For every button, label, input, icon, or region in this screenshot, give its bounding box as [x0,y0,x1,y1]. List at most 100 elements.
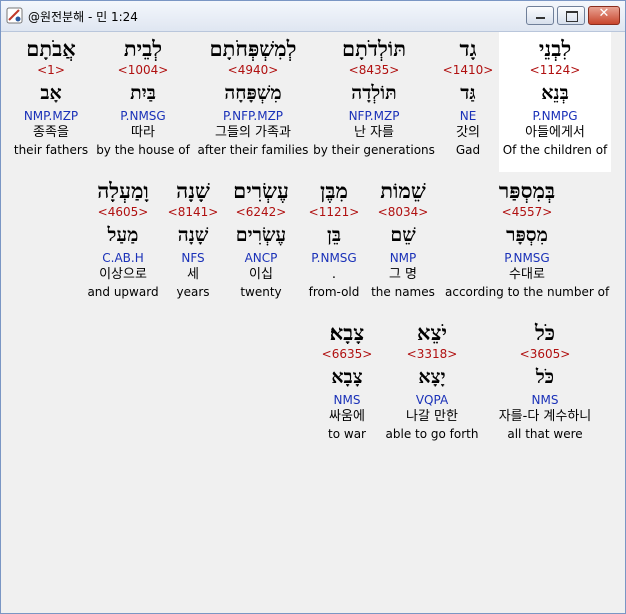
word-card[interactable]: יֹצֵא <3318> יָצָא VQPA 나갈 만한 able to go… [385,320,479,442]
word-card[interactable]: לִבְנֵי <1124> בְּנֵא P.NMPG 아들에게서 Of th… [499,36,611,158]
korean-gloss: 이상으로 [99,267,147,282]
app-window: @원전분해 - 민 1:24 ✕ לִבְנֵי <1124> בְּנֵא P… [0,0,626,614]
lemma-word: בְּנֵא [541,82,569,104]
app-icon [6,7,23,24]
korean-gloss: 그 명 [388,267,418,282]
lemma-word: מִסְפָּר [506,224,548,246]
strong-number[interactable]: <8034> [367,204,439,220]
english-gloss: after their families [197,143,309,157]
strong-number[interactable]: <1124> [499,62,611,78]
hebrew-word: עֶשְׂרִים [233,178,289,203]
lemma-word: צָבָא [331,366,363,388]
grammar-code: P.NMPG [532,109,578,123]
hebrew-word: גָד [459,36,477,61]
korean-gloss: 세 [187,267,199,282]
strong-number[interactable]: <1410> [433,62,503,78]
word-card[interactable]: שָׁנָה <8141> שָׁנָה NFS 세 years [165,178,221,300]
korean-gloss: 따라 [131,125,155,140]
strong-number[interactable]: <1004> [95,62,191,78]
strong-number[interactable]: <4557> [445,204,609,220]
korean-gloss: 자를-다 계수하니 [498,409,592,424]
hebrew-word: לְבֵית [123,36,163,61]
maximize-button[interactable] [557,6,585,25]
grammar-code: P.NMSG [311,251,357,265]
minimize-button[interactable] [526,6,554,25]
strong-number[interactable]: <6635> [311,346,383,362]
strong-number[interactable]: <1> [11,62,91,78]
lemma-word: כֹּל [535,366,555,388]
lemma-word: תּוֹלְדָה [351,82,397,104]
english-gloss: and upward [87,285,159,299]
korean-gloss: . [331,267,337,282]
lemma-word: מִשְׁפָּחָה [224,82,282,104]
hebrew-word: צָבָא׃ [329,320,365,345]
word-card[interactable]: גָד <1410> גַּד NE 갓의 Gad [433,36,503,158]
word-card[interactable]: וָמַעְלָה <4605> מַעַל C.AB.H 이상으로 and u… [85,178,161,300]
close-button[interactable]: ✕ [588,6,620,25]
korean-gloss: 종족을 [33,125,69,140]
korean-gloss: 아들에게서 [525,125,585,140]
strong-number[interactable]: <3318> [385,346,479,362]
hebrew-word: בְּמִסְפַּר [498,178,556,203]
lemma-word: שֵׁם [390,224,416,246]
lemma-word: יָצָא [418,366,446,388]
english-gloss: Gad [455,143,481,157]
strong-number[interactable]: <8435> [313,62,435,78]
grammar-code: C.AB.H [102,251,144,265]
title-bar[interactable]: @원전분해 - 민 1:24 ✕ [1,1,625,32]
close-icon: ✕ [598,6,610,21]
english-gloss: according to the number of [445,285,610,299]
lemma-word: אָב [40,82,62,104]
grammar-code: NFP.MZP [348,109,400,123]
lemma-word: עֶשְׂרִים [235,224,287,246]
strong-number[interactable]: <6242> [225,204,297,220]
korean-gloss: 난 자를 [353,125,394,140]
word-card[interactable]: שֵׁמוֹת <8034> שֵׁם NMP 그 명 the names [367,178,439,300]
grammar-code: NE [459,109,477,123]
word-card[interactable]: עֶשְׂרִים <6242> עֶשְׂרִים ANCP 이십 twent… [225,178,297,300]
korean-gloss: 싸움에 [329,409,365,424]
parsing-panel: לִבְנֵי <1124> בְּנֵא P.NMPG 아들에게서 Of th… [1,32,625,613]
word-card[interactable]: תּוֹלְדֹתָם <8435> תּוֹלְדָה NFP.MZP 난 자… [313,36,435,158]
english-gloss: their fathers [13,143,89,157]
hebrew-word: כֹּל [534,320,556,345]
english-gloss: able to go forth [385,427,479,441]
word-card[interactable]: לְבֵית <1004> בַּיִת P.NMSG 따라 by the ho… [95,36,191,158]
strong-number[interactable]: <8141> [165,204,221,220]
hebrew-word: וָמַעְלָה [97,178,149,203]
korean-gloss: 나갈 만한 [406,409,458,424]
word-card[interactable]: לְמִשְׁפְּחֹתָם <4940> מִשְׁפָּחָה P.NFP… [197,36,309,158]
grammar-code: P.NMSG [504,251,550,265]
word-card[interactable]: בְּמִסְפַּר <4557> מִסְפָּר P.NMSG 수대로 a… [445,178,609,300]
grammar-code: VQPA [415,393,449,407]
word-card[interactable]: צָבָא׃ <6635> צָבָא NMS 싸움에 to war [311,320,383,442]
grammar-code: NMS [531,393,559,407]
strong-number[interactable]: <4605> [85,204,161,220]
english-gloss: by their generations [313,143,435,157]
english-gloss: to war [328,427,366,441]
grammar-code: NFS [181,251,205,265]
strong-number[interactable]: <1121> [301,204,367,220]
grammar-code: NMP [389,251,417,265]
strong-number[interactable]: <4940> [197,62,309,78]
lemma-word: גַּד [460,82,476,104]
hebrew-word: לִבְנֵי [538,36,572,61]
korean-gloss: 수대로 [509,267,545,282]
maximize-icon [566,11,578,22]
hebrew-word: מִבֶּן [320,178,348,203]
english-gloss: twenty [240,285,282,299]
word-card[interactable]: אֲבֹתָם <1> אָב NMP.MZP 종족을 their father… [11,36,91,158]
lemma-word: שָׁנָה [177,224,209,246]
korean-gloss: 그들의 가족과 [215,125,291,140]
grammar-code: NMP.MZP [23,109,79,123]
english-gloss: years [176,285,210,299]
hebrew-word: תּוֹלְדֹתָם [341,36,406,61]
word-card[interactable]: מִבֶּן <1121> בֵּן P.NMSG . from-old [301,178,367,300]
hebrew-word: שָׁנָה [176,178,210,203]
word-card[interactable]: כֹּל <3605> כֹּל NMS 자를-다 계수하니 all that … [481,320,609,442]
grammar-code: NMS [333,393,361,407]
english-gloss: from-old [308,285,360,299]
grammar-code: P.NMSG [120,109,166,123]
strong-number[interactable]: <3605> [481,346,609,362]
hebrew-word: לְמִשְׁפְּחֹתָם [209,36,297,61]
